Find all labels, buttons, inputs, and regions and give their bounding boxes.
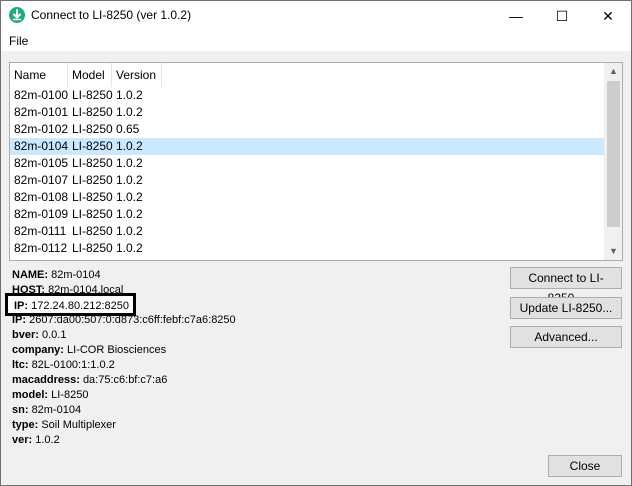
column-header-model[interactable]: Model <box>68 63 112 87</box>
detail-company: company: LI-COR Biosciences <box>12 344 167 356</box>
cell-model: LI-8250 <box>72 224 113 238</box>
detail-bver: bver: 0.0.1 <box>12 329 67 341</box>
cell-model: LI-8250 <box>72 105 113 119</box>
cell-version: 1.0.2 <box>116 105 143 119</box>
detail-macaddress: macaddress: da:75:c6:bf:c7:a6 <box>12 374 168 386</box>
cell-model: LI-8250 <box>72 156 113 170</box>
column-header-version[interactable]: Version <box>112 63 162 87</box>
menu-bar: File <box>1 31 631 51</box>
cell-name: 82m-0111 <box>14 224 67 238</box>
cell-version: 1.0.2 <box>116 156 143 170</box>
minimize-button[interactable]: — <box>493 1 539 31</box>
table-row[interactable]: 82m-0102 LI-8250 0.65 <box>10 121 606 138</box>
cell-model: LI-8250 <box>72 122 113 136</box>
cell-version: 1.0.2 <box>116 224 143 238</box>
table-row[interactable]: 82m-0104 LI-8250 1.0.2 <box>10 138 606 155</box>
detail-model: model: LI-8250 <box>12 389 89 401</box>
connect-dialog-window: Connect to LI-8250 (ver 1.0.2) — ☐ ✕ Fil… <box>0 0 632 486</box>
table-row[interactable]: 82m-0105 LI-8250 1.0.2 <box>10 155 606 172</box>
close-button[interactable]: Close <box>548 455 622 477</box>
cell-name: 82m-0109 <box>14 207 69 221</box>
maximize-button[interactable]: ☐ <box>539 1 585 31</box>
cell-name: 82m-0105 <box>14 156 69 170</box>
scrollbar-thumb[interactable] <box>607 81 620 227</box>
cell-version: 0.65 <box>116 122 140 136</box>
detail-ltc: ltc: 82L-0100:1:1.0.2 <box>12 359 115 371</box>
cell-model: LI-8250 <box>72 207 113 221</box>
cell-model: LI-8250 <box>72 88 113 102</box>
window-title: Connect to LI-8250 (ver 1.0.2) <box>31 8 192 22</box>
list-rows: 82m-0100 LI-8250 1.0.2 82m-0101 LI-8250 1.0.2… <box>10 87 606 257</box>
close-window-button[interactable]: ✕ <box>585 1 631 31</box>
table-row[interactable]: 82m-0107 LI-8250 1.0.2 <box>10 172 606 189</box>
table-row[interactable]: 82m-0109 LI-8250 1.0.2 <box>10 206 606 223</box>
title-bar[interactable]: Connect to LI-8250 (ver 1.0.2) — ☐ ✕ <box>1 1 631 31</box>
cell-version: 1.0.2 <box>116 88 143 102</box>
cell-name: 82m-0108 <box>14 190 69 204</box>
advanced-button[interactable]: Advanced... <box>510 326 622 348</box>
scroll-down-icon[interactable]: ▼ <box>605 243 622 260</box>
cell-name: 82m-0112 <box>14 241 68 255</box>
table-row[interactable]: 82m-0111 LI-8250 1.0.2 <box>10 223 606 240</box>
cell-model: LI-8250 <box>72 190 113 204</box>
column-header-name[interactable]: Name <box>10 63 68 87</box>
ip-highlight-text: IP: 172.24.80.212:8250 <box>14 300 129 312</box>
cell-version: 1.0.2 <box>116 139 143 153</box>
maximize-icon: ☐ <box>555 8 569 24</box>
cell-version: 1.0.2 <box>116 173 143 187</box>
cell-name: 82m-0102 <box>14 122 69 136</box>
detail-type: type: Soil Multiplexer <box>12 419 116 431</box>
detail-sn: sn: 82m-0104 <box>12 404 82 416</box>
cell-version: 1.0.2 <box>116 241 143 255</box>
cell-model: LI-8250 <box>72 139 113 153</box>
table-row[interactable]: 82m-0100 LI-8250 1.0.2 <box>10 87 606 104</box>
menu-file[interactable]: File <box>9 34 28 48</box>
table-row[interactable]: 82m-0101 LI-8250 1.0.2 <box>10 104 606 121</box>
table-row[interactable]: 82m-0112 LI-8250 1.0.2 <box>10 240 606 257</box>
cell-name: 82m-0101 <box>14 105 69 119</box>
device-list[interactable]: Name Model Version 82m-0100 LI-8250 1.0.2 8… <box>9 62 623 261</box>
close-icon: ✕ <box>602 8 614 24</box>
update-button[interactable]: Update LI-8250... <box>510 297 622 319</box>
cell-name: 82m-0100 <box>14 88 69 102</box>
minimize-icon: — <box>509 8 523 24</box>
list-scrollbar[interactable]: ▲ ▼ <box>604 63 622 260</box>
list-header: Name Model Version <box>10 63 608 87</box>
cell-version: 1.0.2 <box>116 190 143 204</box>
scroll-up-icon[interactable]: ▲ <box>605 63 622 80</box>
ip-highlight-box: IP: 172.24.80.212:8250 <box>5 293 136 316</box>
cell-name: 82m-0107 <box>14 173 69 187</box>
detail-name: NAME: 82m-0104 <box>12 269 101 281</box>
table-row[interactable]: 82m-0108 LI-8250 1.0.2 <box>10 189 606 206</box>
cell-model: LI-8250 <box>72 173 113 187</box>
cell-version: 1.0.2 <box>116 207 143 221</box>
connect-button[interactable]: Connect to LI-8250... <box>510 267 622 305</box>
download-arrow-icon <box>9 7 25 23</box>
cell-name: 82m-0104 <box>14 139 69 153</box>
detail-ver: ver: 1.0.2 <box>12 434 60 446</box>
cell-model: LI-8250 <box>72 241 113 255</box>
